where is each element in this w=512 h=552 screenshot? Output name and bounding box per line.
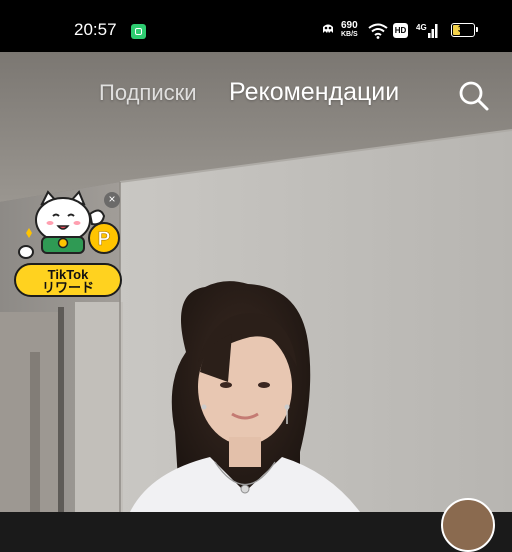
tiktok-rewards-widget[interactable]: P × TikTok リワード — [12, 190, 124, 302]
network-speed-unit: KB/S — [341, 31, 358, 38]
rewards-subtitle: リワード — [41, 280, 94, 295]
alien-icon — [323, 24, 333, 33]
close-widget-button[interactable]: × — [104, 192, 120, 208]
wifi-icon — [368, 23, 388, 39]
creator-avatar[interactable] — [441, 498, 495, 552]
status-bar: 20:57 690 KB/S HD 4G 37 — [0, 0, 512, 52]
clock-time: 20:57 — [74, 20, 117, 39]
hd-icon: HD — [393, 23, 408, 38]
battery-icon: 37 — [451, 23, 478, 37]
app-notification-icon — [131, 24, 146, 39]
svg-text:4G: 4G — [416, 23, 427, 32]
top-navigation: Подписки Рекомендации — [0, 78, 512, 112]
tab-following[interactable]: Подписки — [99, 80, 197, 106]
battery-level: 37 — [457, 24, 468, 34]
cell-signal-icon: 4G — [416, 23, 438, 38]
tab-recommended[interactable]: Рекомендации — [229, 78, 399, 107]
rewards-label: TikTok リワード — [14, 263, 122, 297]
network-speed: 690 KB/S — [341, 21, 358, 39]
coin-letter: P — [98, 229, 111, 250]
search-icon[interactable] — [456, 78, 490, 112]
